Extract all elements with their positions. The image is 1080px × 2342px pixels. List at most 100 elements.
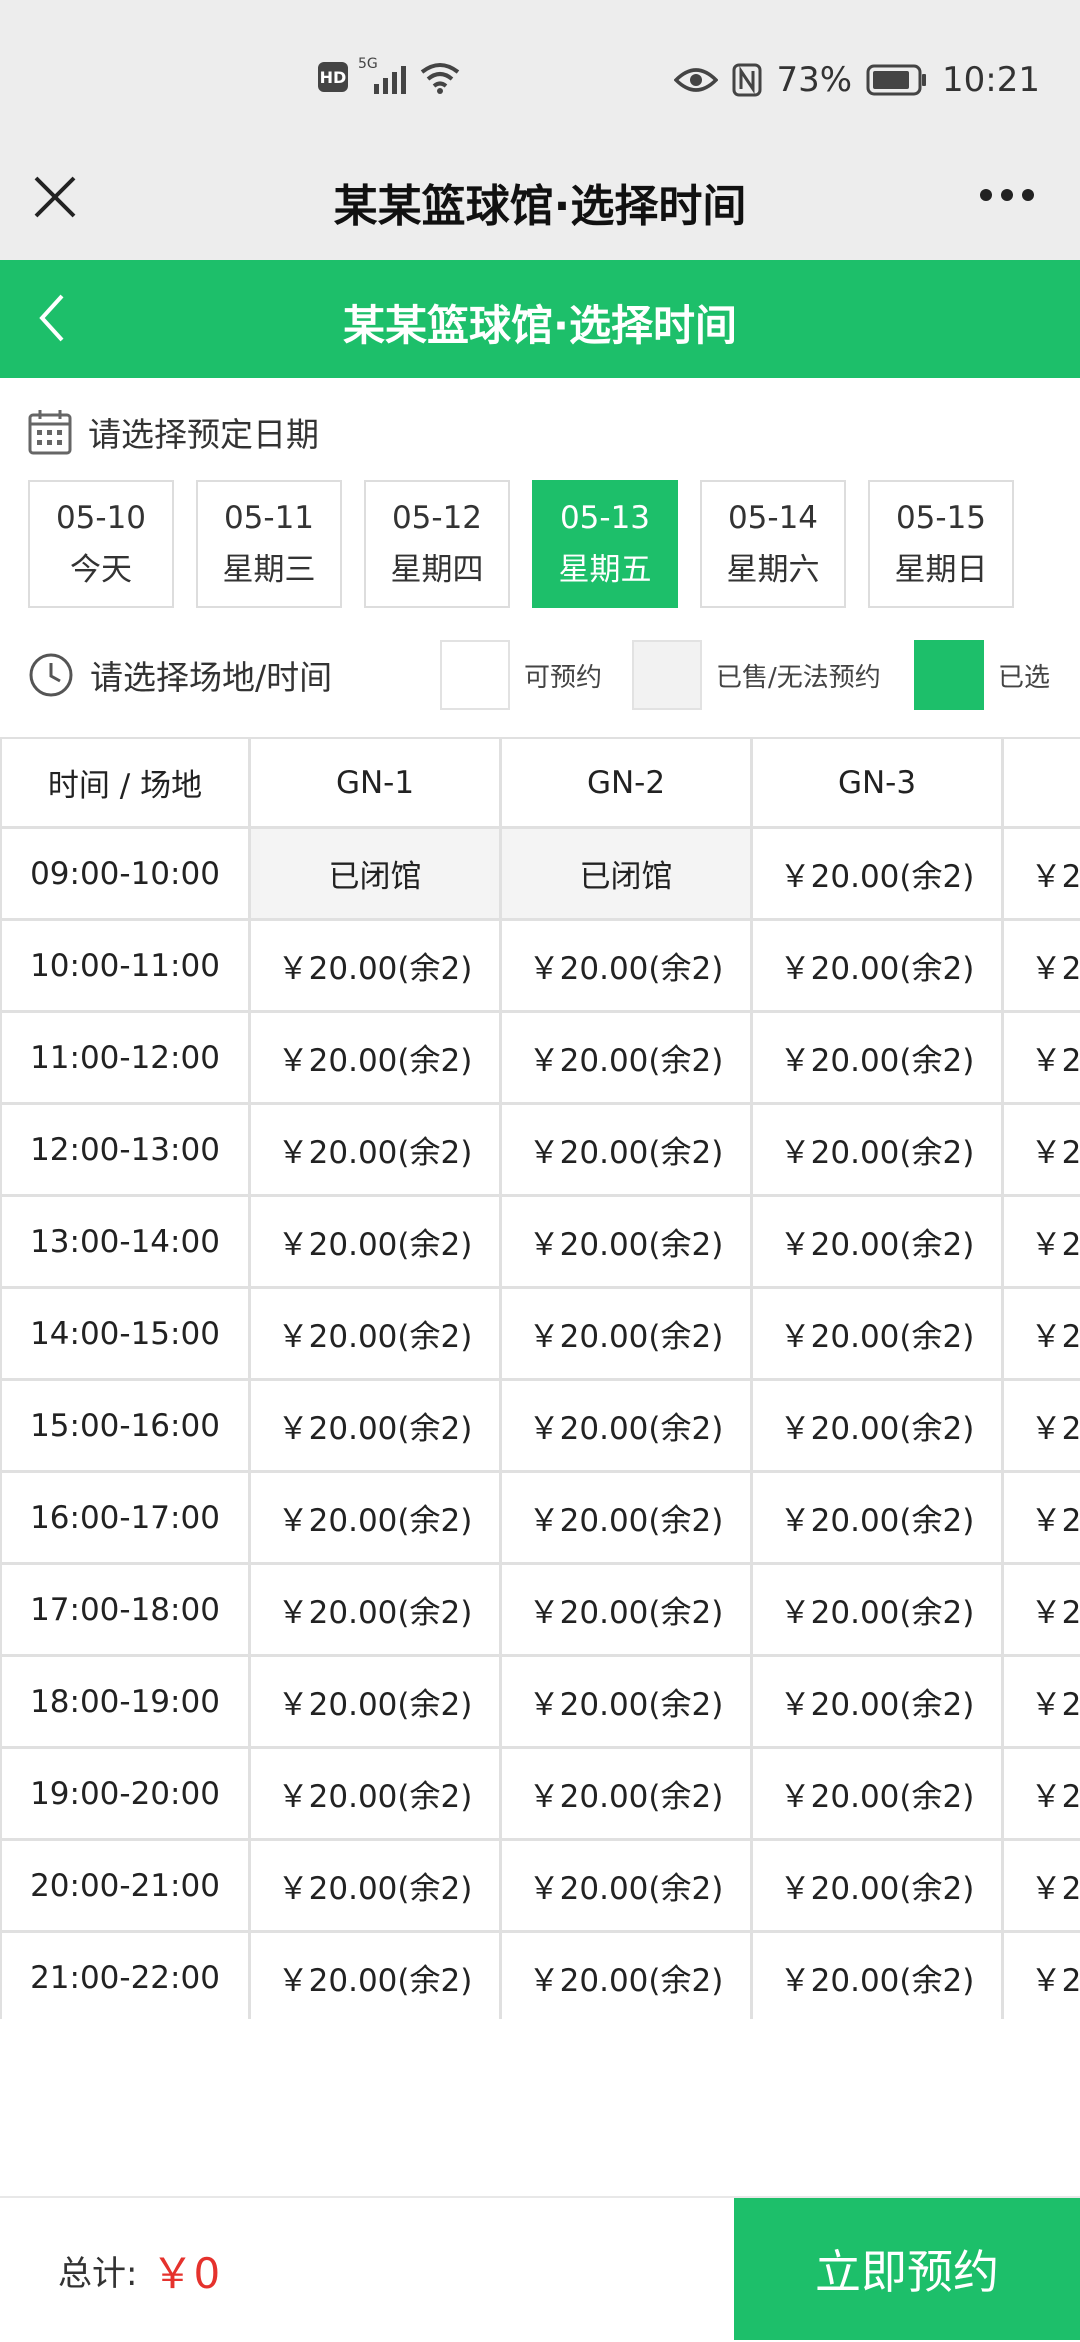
court-time-label-text: 请选择场地/时间 [90,658,333,697]
date-option[interactable]: 05-11 星期三 [196,480,342,608]
slot-available-cell[interactable]: ￥20.00(余2) [1004,1841,1080,1933]
signal-icon [374,66,406,94]
booking-table[interactable]: 时间 / 场地GN-1GN-2GN-3GN-409:00-10:00已闭馆已闭馆… [0,737,1080,2019]
slot-available-cell[interactable]: ￥20.00(余2) [1004,1749,1080,1841]
table-row: 09:00-10:00已闭馆已闭馆￥20.00(余2)￥20.00(余2) [0,829,1080,921]
slot-available-cell[interactable]: ￥20.00(余2) [502,1473,753,1565]
more-options-icon[interactable] [980,180,1040,210]
slot-available-cell[interactable]: ￥20.00(余2) [502,1749,753,1841]
slot-available-cell[interactable]: ￥20.00(余2) [251,1105,502,1197]
date-option[interactable]: 05-10 今天 [28,480,174,608]
table-row: 11:00-12:00 ￥20.00(余2) ￥20.00(余2) ￥20.00(余2… [0,1013,1080,1105]
court-time-label: 请选择场地/时间 [28,640,332,710]
date-value: 05-11 [223,500,315,536]
date-option[interactable]: 05-14 星期六 [700,480,846,608]
slot-available-cell[interactable]: ￥20.00(余2) [502,1289,753,1381]
slot-available-cell[interactable]: ￥20.00(余2) [753,1197,1004,1289]
status-icons: 73% 10:21 [674,55,1040,105]
date-value: 05-14 [727,500,819,536]
slot-available-cell[interactable]: ￥20.00(余2) [251,1289,502,1381]
date-option-selected[interactable]: 05-13 星期五 [532,480,678,608]
slot-available-cell[interactable]: ￥20.00(余2) [1004,1289,1080,1381]
date-weekday: 星期三 [222,552,316,588]
slot-available-cell[interactable]: ￥20.00(余2) [251,1749,502,1841]
total-price: ￥0 [151,2248,221,2298]
date-option[interactable]: 05-12 星期四 [364,480,510,608]
slot-available-cell[interactable]: ￥20.00(余2) [1004,921,1080,1013]
date-weekday: 星期六 [726,552,820,588]
slot-available-cell[interactable]: ￥20.00(余2) [502,1841,753,1933]
slot-available-cell[interactable]: ￥20.00(余2) [502,1565,753,1657]
nfc-icon [732,63,762,97]
table-row: 18:00-19:00 ￥20.00(余2) ￥20.00(余2) ￥20.00(余2… [0,1657,1080,1749]
slot-available-cell[interactable]: ￥20.00(余2) [753,1749,1004,1841]
slot-available-cell[interactable]: ￥20.00(余2) [1004,1565,1080,1657]
legend-available-text: 可预约 [524,662,603,693]
table-header-row: 时间 / 场地GN-1GN-2GN-3GN-4 [0,737,1080,829]
slot-available-cell[interactable]: ￥20.00(余2) [251,1933,502,2019]
time-slot-label: 09:00-10:00 [0,829,251,921]
slot-available-cell[interactable]: ￥20.00(余2) [753,1473,1004,1565]
slot-closed-cell: 已闭馆 [502,829,753,921]
court-header: GN-3 [753,737,1004,829]
slot-available-cell[interactable]: ￥20.00(余2) [753,1657,1004,1749]
slot-available-cell[interactable]: ￥20.00(余2) [753,1565,1004,1657]
slot-available-cell[interactable]: ￥20.00(余2) [753,1381,1004,1473]
battery-percent: 73% [776,60,853,100]
date-option[interactable]: 05-15 星期日 [868,480,1014,608]
slot-available-cell[interactable]: ￥20.00(余2) [1004,1197,1080,1289]
slot-available-cell[interactable]: ￥20.00(余2) [251,921,502,1013]
time-slot-label: 14:00-15:00 [0,1289,251,1381]
total-label: 总计: [58,2253,138,2294]
slot-available-cell[interactable]: ￥20.00(余2) [753,1105,1004,1197]
slot-available-cell[interactable]: ￥20.00(余2) [753,1841,1004,1933]
slot-available-cell[interactable]: ￥20.00(余2) [502,1013,753,1105]
time-slot-label: 12:00-13:00 [0,1105,251,1197]
status-bar: HD 5G 73% 10:21 [0,0,1080,150]
slot-available-cell[interactable]: ￥20.00(余2) [1004,1013,1080,1105]
slot-available-cell[interactable]: ￥20.00(余2) [753,829,1004,921]
slot-available-cell[interactable]: ￥20.00(余2) [1004,829,1080,921]
slot-available-cell[interactable]: ￥20.00(余2) [251,1197,502,1289]
time-slot-label: 20:00-21:00 [0,1841,251,1933]
date-value: 05-15 [895,500,987,536]
slot-available-cell[interactable]: ￥20.00(余2) [502,1933,753,2019]
slot-available-cell[interactable]: ￥20.00(余2) [1004,1381,1080,1473]
page-header: 某某篮球馆·选择时间 [0,260,1080,378]
slot-available-cell[interactable]: ￥20.00(余2) [1004,1105,1080,1197]
calendar-icon [28,410,72,455]
slot-available-cell[interactable]: ￥20.00(余2) [251,1473,502,1565]
slot-available-cell[interactable]: ￥20.00(余2) [251,1657,502,1749]
legend-swatch-sold [632,640,702,710]
page-title: 某某篮球馆·选择时间 [343,301,737,350]
table-row: 17:00-18:00 ￥20.00(余2) ￥20.00(余2) ￥20.00(余2… [0,1565,1080,1657]
book-now-button[interactable]: 立即预约 [734,2198,1080,2340]
slot-available-cell[interactable]: ￥20.00(余2) [251,1013,502,1105]
court-header: GN-2 [502,737,753,829]
wifi-icon [420,63,460,94]
date-weekday: 星期四 [390,552,484,588]
table-row: 16:00-17:00 ￥20.00(余2) ￥20.00(余2) ￥20.00(余2… [0,1473,1080,1565]
slot-available-cell[interactable]: ￥20.00(余2) [502,921,753,1013]
slot-available-cell[interactable]: ￥20.00(余2) [251,1381,502,1473]
slot-available-cell[interactable]: ￥20.00(余2) [1004,1657,1080,1749]
top-nav-bar: 某某篮球馆·选择时间 [0,150,1080,260]
time-slot-label: 21:00-22:00 [0,1933,251,2019]
slot-available-cell[interactable]: ￥20.00(余2) [1004,1473,1080,1565]
legend-selected-text: 已选 [998,662,1051,693]
date-weekday: 今天 [70,552,132,588]
slot-available-cell[interactable]: ￥20.00(余2) [502,1197,753,1289]
slot-available-cell[interactable]: ￥20.00(余2) [753,1013,1004,1105]
slot-available-cell[interactable]: ￥20.00(余2) [251,1841,502,1933]
date-picker: 05-10 今天 05-11 星期三 05-12 星期四 05-13 星期五 0… [28,480,1014,608]
slot-available-cell[interactable]: ￥20.00(余2) [753,1289,1004,1381]
slot-available-cell[interactable]: ￥20.00(余2) [753,921,1004,1013]
slot-available-cell[interactable]: ￥20.00(余2) [502,1657,753,1749]
slot-available-cell[interactable]: ￥20.00(余2) [502,1105,753,1197]
slot-available-cell[interactable]: ￥20.00(余2) [753,1933,1004,2019]
slot-available-cell[interactable]: ￥20.00(余2) [1004,1933,1080,2019]
clock-time: 10:21 [942,60,1040,100]
slot-available-cell[interactable]: ￥20.00(余2) [502,1381,753,1473]
legend-available: 可预约 [440,640,602,710]
slot-available-cell[interactable]: ￥20.00(余2) [251,1565,502,1657]
